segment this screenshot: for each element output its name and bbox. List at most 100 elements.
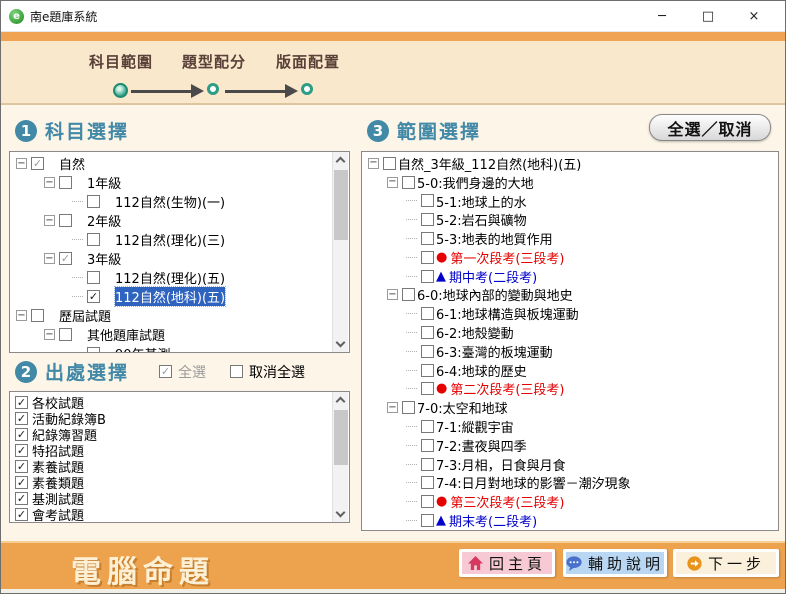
minimize-button[interactable]: ─ [639, 1, 685, 31]
step-dot-icon[interactable] [207, 83, 219, 95]
expander-minus-icon[interactable]: − [44, 177, 55, 188]
tree-item[interactable]: 6-3:臺灣的板塊運動 [366, 342, 776, 361]
expander-minus-icon[interactable]: − [44, 253, 55, 264]
tree-item[interactable]: ●第一次段考(三段考) [366, 248, 776, 267]
checkbox[interactable] [421, 364, 434, 377]
checkbox[interactable] [421, 232, 434, 245]
scrollbar-thumb[interactable] [334, 170, 348, 240]
tree-item[interactable]: 7-2:晝夜與四季 [366, 436, 776, 455]
checkbox[interactable] [421, 345, 434, 358]
tree-item[interactable]: −3年級 [14, 249, 331, 268]
deselect-all-checkbox[interactable] [230, 365, 243, 378]
tree-item[interactable]: −其他題庫試題 [14, 325, 331, 344]
next-step-button[interactable]: 下一步 [673, 549, 779, 577]
tree-item[interactable]: 112自然(理化)(五) [14, 268, 331, 287]
tree-item[interactable]: −7-0:太空和地球 [366, 398, 776, 417]
tree-item[interactable]: −2年級 [14, 211, 331, 230]
tree-item[interactable]: 90年基測 [14, 344, 331, 353]
checkbox[interactable] [15, 476, 28, 489]
step-dot-icon[interactable] [301, 83, 313, 95]
checkbox[interactable] [421, 213, 434, 226]
close-button[interactable]: × [731, 1, 777, 31]
source-list-scrollbar[interactable] [332, 392, 348, 522]
tree-item[interactable]: 5-3:地表的地質作用 [366, 229, 776, 248]
tree-item[interactable]: −自然_3年級_112自然(地科)(五) [366, 154, 776, 173]
scroll-up-icon[interactable] [336, 397, 346, 407]
checkbox[interactable] [402, 401, 415, 414]
maximize-button[interactable]: □ [685, 1, 731, 31]
checkbox[interactable] [421, 514, 434, 527]
checkbox[interactable] [15, 508, 28, 521]
checkbox[interactable] [87, 347, 100, 353]
tree-item[interactable]: 5-1:地球上的水 [366, 192, 776, 211]
checkbox[interactable] [421, 194, 434, 207]
checkbox[interactable] [15, 492, 28, 505]
checkbox[interactable] [421, 270, 434, 283]
checkbox[interactable] [421, 439, 434, 452]
checkbox[interactable] [15, 412, 28, 425]
checkbox[interactable] [87, 195, 100, 208]
tree-item[interactable]: 7-3:月相，日食與月食 [366, 455, 776, 474]
checkbox[interactable] [87, 290, 100, 303]
checkbox[interactable] [421, 307, 434, 320]
tree-item[interactable]: 5-2:岩石與礦物 [366, 210, 776, 229]
checkbox[interactable] [59, 328, 72, 341]
home-button[interactable]: 回主頁 [459, 549, 555, 577]
expander-minus-icon[interactable]: − [16, 158, 27, 169]
tree-item[interactable]: 112自然(地科)(五) [14, 287, 331, 306]
checkbox[interactable] [421, 458, 434, 471]
checkbox[interactable] [59, 214, 72, 227]
scroll-down-icon[interactable] [336, 338, 346, 348]
tree-item[interactable]: 7-4:日月對地球的影響－潮汐現象 [366, 474, 776, 493]
expander-minus-icon[interactable]: − [16, 310, 27, 321]
tree-item[interactable]: 7-1:縱觀宇宙 [366, 417, 776, 436]
toggle-select-all-button[interactable]: 全選／取消 [649, 114, 771, 141]
checkbox[interactable] [15, 460, 28, 473]
tree-item[interactable]: −1年級 [14, 173, 331, 192]
help-button[interactable]: 輔助說明 [563, 549, 667, 577]
tree-item[interactable]: −自然 [14, 154, 331, 173]
scroll-up-icon[interactable] [336, 157, 346, 167]
expander-minus-icon[interactable]: − [387, 289, 398, 300]
checkbox[interactable] [15, 428, 28, 441]
subject-tree-scrollbar[interactable] [332, 152, 348, 352]
source-list-item[interactable]: 會考試題 [12, 506, 331, 522]
checkbox[interactable] [31, 309, 44, 322]
step-dot-active-icon[interactable] [113, 83, 128, 98]
tree-item[interactable]: ●第二次段考(三段考) [366, 380, 776, 399]
checkbox[interactable] [421, 476, 434, 489]
scroll-down-icon[interactable] [336, 508, 346, 518]
checkbox[interactable] [59, 252, 72, 265]
tree-item[interactable]: ▲期中考(二段考) [366, 267, 776, 286]
checkbox[interactable] [383, 157, 396, 170]
checkbox[interactable] [87, 271, 100, 284]
checkbox[interactable] [421, 251, 434, 264]
tree-item[interactable]: 112自然(生物)(一) [14, 192, 331, 211]
checkbox[interactable] [402, 288, 415, 301]
checkbox[interactable] [15, 396, 28, 409]
checkbox[interactable] [421, 326, 434, 339]
expander-minus-icon[interactable]: − [387, 177, 398, 188]
checkbox[interactable] [421, 495, 434, 508]
tree-item[interactable]: 6-1:地球構造與板塊運動 [366, 304, 776, 323]
tree-item[interactable]: 6-2:地殼變動 [366, 323, 776, 342]
tree-item[interactable]: ▲期末考(二段考) [366, 511, 776, 530]
expander-minus-icon[interactable]: − [387, 402, 398, 413]
checkbox[interactable] [59, 176, 72, 189]
tree-item[interactable]: 6-4:地球的歷史 [366, 361, 776, 380]
tree-item[interactable]: 112自然(理化)(三) [14, 230, 331, 249]
select-all-checkbox[interactable] [159, 365, 172, 378]
tree-item[interactable]: ●第三次段考(三段考) [366, 492, 776, 511]
checkbox[interactable] [402, 176, 415, 189]
checkbox[interactable] [421, 382, 434, 395]
tree-item[interactable]: −歷屆試題 [14, 306, 331, 325]
expander-minus-icon[interactable]: − [44, 329, 55, 340]
checkbox[interactable] [15, 444, 28, 457]
checkbox[interactable] [87, 233, 100, 246]
tree-item[interactable]: −5-0:我們身邊的大地 [366, 173, 776, 192]
expander-minus-icon[interactable]: − [44, 215, 55, 226]
checkbox[interactable] [31, 157, 44, 170]
scrollbar-thumb[interactable] [334, 410, 348, 465]
checkbox[interactable] [421, 420, 434, 433]
tree-item[interactable]: −6-0:地球內部的變動與地史 [366, 286, 776, 305]
